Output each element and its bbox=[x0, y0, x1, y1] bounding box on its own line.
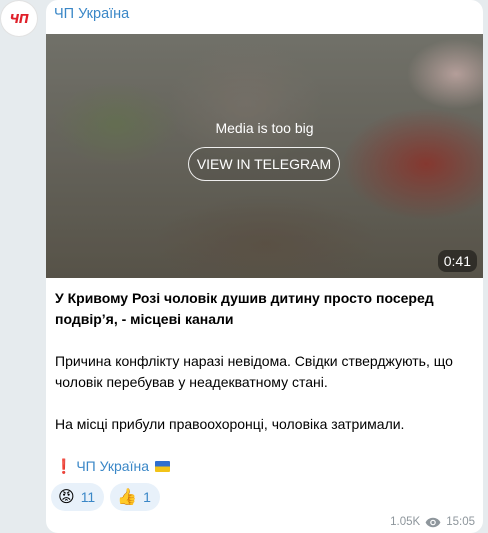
view-count: 1.05K bbox=[390, 516, 421, 528]
video-preview[interactable]: Media is too big VIEW IN TELEGRAM 0:41 bbox=[46, 34, 483, 278]
reactions-bar: 😡 11 👍 1 bbox=[51, 483, 160, 511]
ukraine-flag-icon bbox=[154, 461, 170, 472]
reaction-count: 11 bbox=[80, 489, 96, 505]
post-signature: ❗ ЧП Україна bbox=[55, 456, 475, 477]
reaction-thumbs-up[interactable]: 👍 1 bbox=[110, 483, 160, 511]
view-in-telegram-button[interactable]: VIEW IN TELEGRAM bbox=[188, 147, 340, 181]
reaction-angry[interactable]: 😡 11 bbox=[51, 483, 105, 511]
thumbs-up-icon: 👍 bbox=[117, 487, 138, 506]
media-notice: Media is too big bbox=[215, 120, 314, 136]
video-duration: 0:41 bbox=[437, 250, 477, 272]
post-paragraph-2: На місці прибули правоохоронці, чоловіка… bbox=[55, 416, 405, 432]
message-meta: 1.05K 15:05 bbox=[390, 516, 475, 528]
channel-name-link[interactable]: ЧП Україна bbox=[54, 6, 129, 22]
message-bubble: ЧП Україна Media is too big VIEW IN TELE… bbox=[46, 0, 483, 533]
reaction-count: 1 bbox=[143, 489, 151, 505]
exclamation-icon: ❗ bbox=[55, 458, 73, 474]
post-text: У Кривому Розі чоловік душив дитину прос… bbox=[55, 288, 475, 477]
signature-link[interactable]: ЧП Україна bbox=[76, 458, 149, 474]
post-paragraph-1: Причина конфлікту наразі невідома. Свідк… bbox=[55, 353, 453, 390]
channel-avatar[interactable]: ЧП bbox=[0, 0, 38, 37]
post-headline: У Кривому Розі чоловік душив дитину прос… bbox=[55, 290, 434, 327]
message-time: 15:05 bbox=[446, 516, 475, 528]
eye-icon bbox=[425, 517, 441, 527]
angry-face-icon: 😡 bbox=[58, 487, 75, 506]
avatar-text: ЧП bbox=[9, 11, 29, 26]
